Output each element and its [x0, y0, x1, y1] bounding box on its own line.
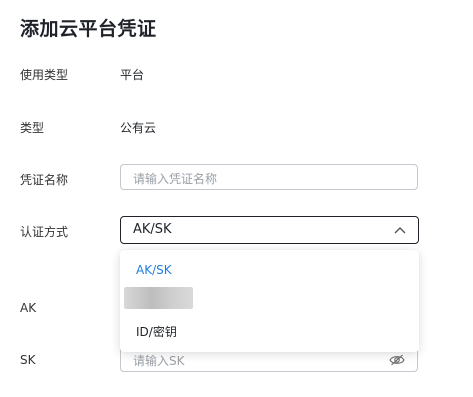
type-label: 类型 [20, 121, 45, 135]
dropdown-option-ak-sk[interactable]: AK/SK [136, 263, 172, 277]
type-value: 公有云 [120, 121, 157, 135]
usage-type-label: 使用类型 [20, 68, 69, 82]
dropdown-option-id-key[interactable]: ID/密钥 [136, 323, 177, 340]
sk-label: SK [20, 353, 36, 367]
eye-off-icon[interactable] [389, 354, 405, 366]
auth-method-label: 认证方式 [20, 225, 69, 239]
sk-placeholder: 请输入SK [133, 354, 185, 368]
chevron-up-icon [394, 227, 406, 234]
credential-name-placeholder: 请输入凭证名称 [133, 172, 218, 186]
auth-method-dropdown: AK/SK ID/密钥 [120, 250, 419, 352]
dropdown-option-redacted[interactable] [124, 287, 193, 309]
ak-label: AK [20, 301, 37, 315]
auth-method-select[interactable]: AK/SK [120, 216, 419, 244]
page-title: 添加云平台凭证 [20, 18, 157, 40]
credential-name-label: 凭证名称 [20, 173, 69, 187]
auth-method-selected-value: AK/SK [133, 222, 172, 237]
credential-name-input[interactable]: 请输入凭证名称 [120, 164, 418, 190]
usage-type-value: 平台 [120, 68, 145, 82]
